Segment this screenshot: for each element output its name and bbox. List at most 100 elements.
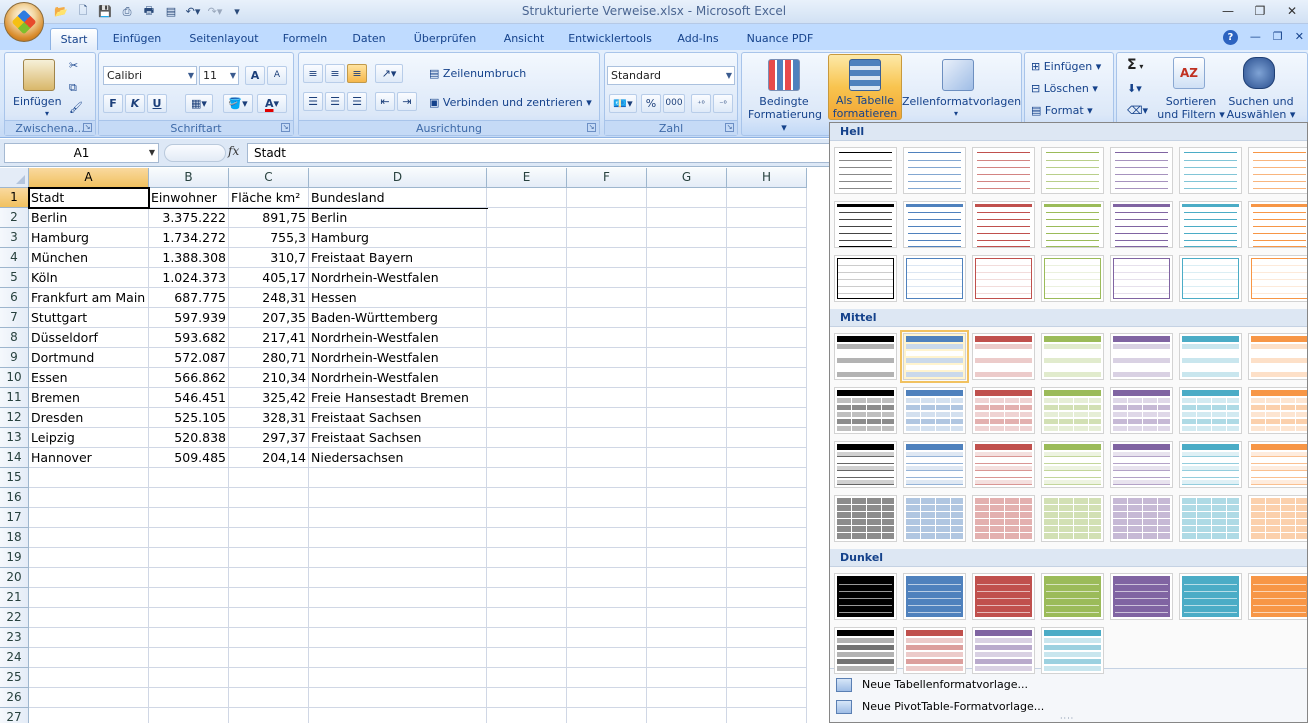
- cell-e13[interactable]: [487, 428, 567, 448]
- cell-b25[interactable]: [149, 668, 229, 688]
- cell-b21[interactable]: [149, 588, 229, 608]
- table-style-swatch[interactable]: [1041, 147, 1104, 194]
- table-style-swatch[interactable]: [1041, 333, 1104, 380]
- table-style-swatch[interactable]: [1179, 147, 1242, 194]
- cell-d15[interactable]: [309, 468, 487, 488]
- cell-d2[interactable]: Berlin: [309, 208, 487, 228]
- table-style-swatch[interactable]: [834, 333, 897, 380]
- table-style-swatch[interactable]: [834, 627, 897, 674]
- cell-b8[interactable]: 593.682: [149, 328, 229, 348]
- row-header-6[interactable]: 6: [0, 288, 29, 308]
- cell-b23[interactable]: [149, 628, 229, 648]
- table-style-swatch[interactable]: [1041, 573, 1104, 620]
- cell-a6[interactable]: Frankfurt am Main: [29, 288, 149, 308]
- tab-nuance-pdf[interactable]: Nuance PDF: [740, 28, 820, 50]
- cell-e17[interactable]: [487, 508, 567, 528]
- cell-h15[interactable]: [727, 468, 807, 488]
- select-all-corner[interactable]: [0, 168, 29, 188]
- cell-h2[interactable]: [727, 208, 807, 228]
- cell-h13[interactable]: [727, 428, 807, 448]
- cell-e25[interactable]: [487, 668, 567, 688]
- cell-b2[interactable]: 3.375.222: [149, 208, 229, 228]
- column-header-g[interactable]: G: [647, 168, 727, 188]
- percent-button[interactable]: %: [641, 94, 661, 113]
- cell-f19[interactable]: [567, 548, 647, 568]
- cell-a11[interactable]: Bremen: [29, 388, 149, 408]
- row-header-19[interactable]: 19: [0, 548, 29, 568]
- cell-d23[interactable]: [309, 628, 487, 648]
- cell-g19[interactable]: [647, 548, 727, 568]
- column-header-b[interactable]: B: [149, 168, 229, 188]
- cell-d7[interactable]: Baden-Württemberg: [309, 308, 487, 328]
- table-style-swatch[interactable]: [834, 573, 897, 620]
- column-header-f[interactable]: F: [567, 168, 647, 188]
- table-style-swatch[interactable]: [972, 147, 1035, 194]
- find-select-button[interactable]: Suchen und Auswählen ▾: [1225, 95, 1297, 121]
- cell-g6[interactable]: [647, 288, 727, 308]
- row-header-15[interactable]: 15: [0, 468, 29, 488]
- table-style-swatch[interactable]: [903, 147, 966, 194]
- table-style-swatch[interactable]: [972, 255, 1035, 302]
- new-pivot-style-menu-item[interactable]: Neue PivotTable-Formatvorlage...: [862, 700, 1044, 713]
- cell-c14[interactable]: 204,14: [229, 448, 309, 468]
- table-style-swatch[interactable]: [972, 627, 1035, 674]
- cell-a20[interactable]: [29, 568, 149, 588]
- clear-icon[interactable]: ⌫▾: [1127, 104, 1148, 117]
- table-style-swatch[interactable]: [1179, 255, 1242, 302]
- table-style-swatch[interactable]: [1041, 441, 1104, 488]
- row-header-23[interactable]: 23: [0, 628, 29, 648]
- cell-a7[interactable]: Stuttgart: [29, 308, 149, 328]
- cell-f2[interactable]: [567, 208, 647, 228]
- cell-f10[interactable]: [567, 368, 647, 388]
- cell-d9[interactable]: Nordrhein-Westfalen: [309, 348, 487, 368]
- cell-d4[interactable]: Freistaat Bayern: [309, 248, 487, 268]
- cell-e14[interactable]: [487, 448, 567, 468]
- cell-c22[interactable]: [229, 608, 309, 628]
- table-style-swatch[interactable]: [1179, 387, 1242, 434]
- cell-c16[interactable]: [229, 488, 309, 508]
- cell-e20[interactable]: [487, 568, 567, 588]
- cell-h3[interactable]: [727, 228, 807, 248]
- number-launcher-icon[interactable]: ↘: [725, 123, 734, 132]
- table-style-swatch[interactable]: [834, 387, 897, 434]
- cell-b12[interactable]: 525.105: [149, 408, 229, 428]
- cell-d6[interactable]: Hessen: [309, 288, 487, 308]
- cell-f14[interactable]: [567, 448, 647, 468]
- cell-d8[interactable]: Nordrhein-Westfalen: [309, 328, 487, 348]
- grow-font-button[interactable]: A: [245, 66, 265, 85]
- cell-h6[interactable]: [727, 288, 807, 308]
- maximize-button[interactable]: ❐: [1244, 0, 1276, 22]
- shrink-font-button[interactable]: A: [267, 66, 287, 85]
- table-style-swatch[interactable]: [1179, 441, 1242, 488]
- table-style-swatch[interactable]: [972, 573, 1035, 620]
- row-header-9[interactable]: 9: [0, 348, 29, 368]
- row-header-17[interactable]: 17: [0, 508, 29, 528]
- table-style-swatch[interactable]: [1248, 441, 1307, 488]
- row-header-20[interactable]: 20: [0, 568, 29, 588]
- cell-c7[interactable]: 207,35: [229, 308, 309, 328]
- tab-einfuegen[interactable]: Einfügen: [106, 28, 168, 50]
- cell-a12[interactable]: Dresden: [29, 408, 149, 428]
- tab-start[interactable]: Start: [50, 28, 98, 50]
- table-style-swatch[interactable]: [903, 495, 966, 542]
- chevron-down-icon[interactable]: ▼: [149, 144, 155, 162]
- align-middle-icon[interactable]: ≡: [325, 64, 345, 83]
- borders-icon[interactable]: ▦▾: [185, 94, 213, 113]
- table-style-swatch[interactable]: [1110, 495, 1173, 542]
- cell-c19[interactable]: [229, 548, 309, 568]
- cell-h9[interactable]: [727, 348, 807, 368]
- cell-c24[interactable]: [229, 648, 309, 668]
- sort-filter-button[interactable]: Sortieren und Filtern ▾: [1155, 95, 1227, 121]
- cell-f22[interactable]: [567, 608, 647, 628]
- table-style-swatch[interactable]: [1041, 495, 1104, 542]
- cell-g5[interactable]: [647, 268, 727, 288]
- cell-g1[interactable]: [647, 188, 727, 208]
- cell-c11[interactable]: 325,42: [229, 388, 309, 408]
- cell-f4[interactable]: [567, 248, 647, 268]
- row-header-18[interactable]: 18: [0, 528, 29, 548]
- row-header-1[interactable]: 1: [0, 188, 29, 208]
- cell-d24[interactable]: [309, 648, 487, 668]
- table-style-swatch[interactable]: [903, 573, 966, 620]
- cell-a14[interactable]: Hannover: [29, 448, 149, 468]
- cell-a26[interactable]: [29, 688, 149, 708]
